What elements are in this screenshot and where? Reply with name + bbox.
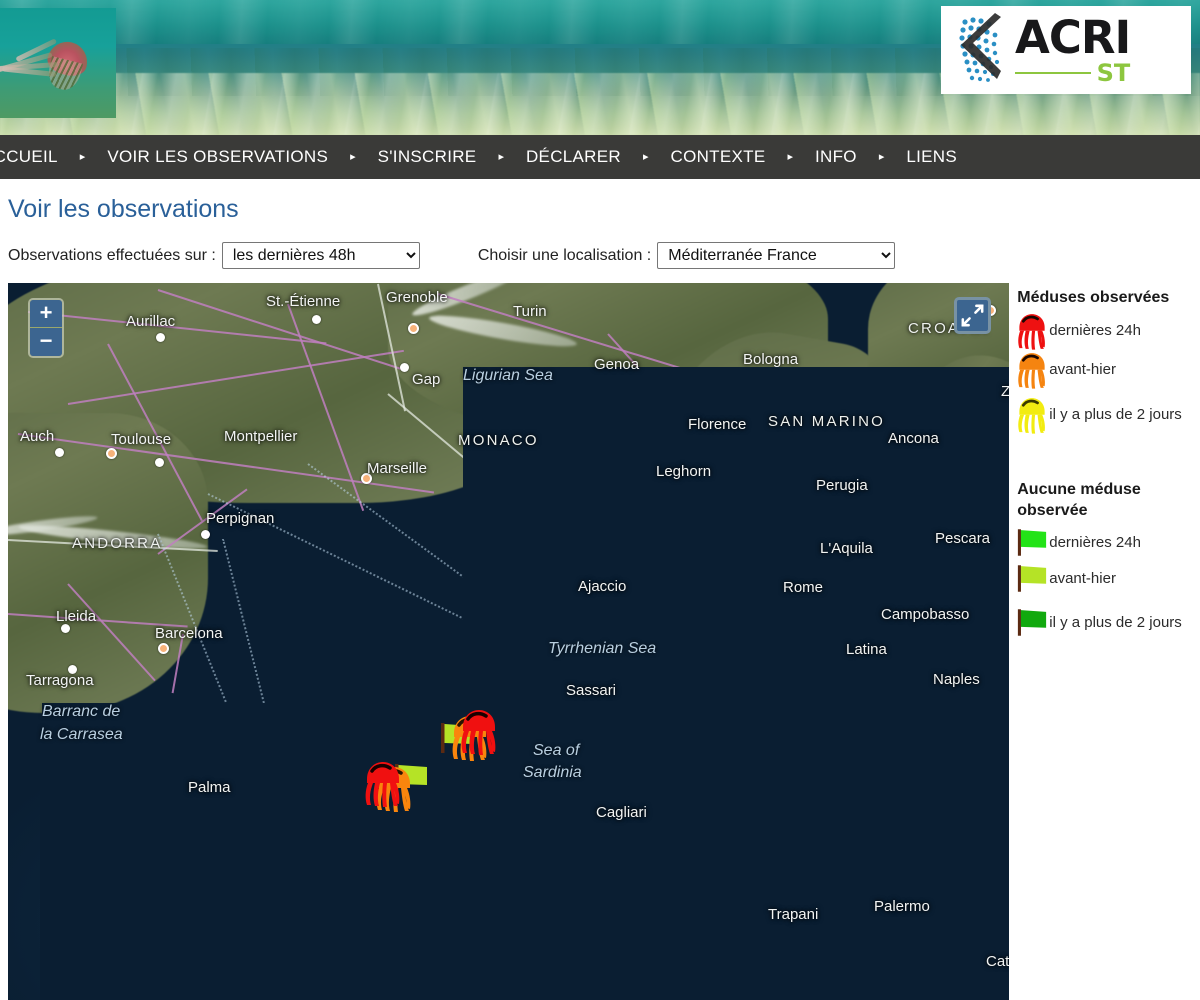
legend-row: il y a plus de 2 jours <box>1017 598 1200 648</box>
logo-subtitle: ST <box>1096 59 1131 87</box>
nav-separator-icon: ▸ <box>498 150 504 163</box>
legend-label: avant-hier <box>1049 569 1116 587</box>
city-dot <box>566 700 575 709</box>
expand-arrows-icon <box>961 304 984 327</box>
nav-item-accueil[interactable]: ACCUEIL <box>0 147 58 167</box>
nav-item-d-clarer[interactable]: DÉCLARER <box>526 147 621 167</box>
jellyfish-photo <box>0 8 116 118</box>
city-dot-capital <box>158 643 169 654</box>
city-dot <box>68 665 77 674</box>
city-dot <box>922 545 931 554</box>
main-navigation: ACCUEIL ▸ VOIR LES OBSERVATIONS ▸ S'INSCRIRE… <box>0 135 1200 179</box>
nav-separator-icon: ▸ <box>878 150 885 163</box>
legend-label: dernières 24h <box>1049 321 1141 339</box>
acri-st-logo[interactable]: ACRI ST <box>941 6 1191 94</box>
city-dot <box>836 653 845 662</box>
city-dot <box>156 333 165 342</box>
city-dot-capital-rome <box>810 597 822 609</box>
city-dot <box>400 363 409 372</box>
legend-row: avant-hier <box>1017 562 1200 596</box>
nav-item-voir-les-observations[interactable]: VOIR LES OBSERVATIONS <box>107 147 328 167</box>
legend-row: dernières 24h <box>1017 526 1200 560</box>
legend-label: il y a plus de 2 jours <box>1049 613 1182 631</box>
flag-darkgreen-icon <box>1017 609 1049 637</box>
page-title: Voir les observations <box>8 195 239 223</box>
city-dot-capital <box>361 473 372 484</box>
legend-label: il y a plus de 2 jours <box>1049 406 1182 424</box>
legend-label: dernières 24h <box>1049 533 1141 551</box>
flag-yellowgreen-icon <box>1017 565 1049 593</box>
city-dot <box>55 448 64 457</box>
zoom-out-button[interactable]: − <box>30 328 62 356</box>
content-area: St.-Étienne Grenoble Turin Aurillac Bologna G… <box>0 269 1200 1000</box>
nav-separator-icon: ▸ <box>787 150 793 163</box>
legend-observed-title: Méduses observées <box>1017 289 1170 306</box>
city-dot <box>155 458 164 467</box>
observations-map[interactable]: St.-Étienne Grenoble Turin Aurillac Bologna G… <box>8 283 1010 1000</box>
city-dot <box>976 973 985 982</box>
city-dot <box>201 530 210 539</box>
map-zoom-control[interactable]: + − <box>28 298 64 358</box>
city-dot <box>61 624 70 633</box>
legend-row: dernières 24h <box>1017 313 1200 350</box>
legend-none-list: dernières 24h avant-hier il y a plus de 2 … <box>1017 526 1200 648</box>
zoom-in-button[interactable]: + <box>30 300 62 328</box>
jellyfish-red-icon <box>1017 313 1049 350</box>
city-dot-capital <box>911 618 922 629</box>
fullscreen-button[interactable] <box>954 297 992 334</box>
map-marker-jellyfish-red[interactable] <box>364 761 402 812</box>
city-dot-capital <box>106 448 117 459</box>
city-dot-capital <box>746 370 757 381</box>
city-dot-capital <box>868 915 879 926</box>
nav-item-s-inscrire[interactable]: S'INSCRIRE <box>378 147 477 167</box>
period-label: Observations effectuées sur : <box>8 246 216 264</box>
nav-separator-icon: ▸ <box>79 150 86 163</box>
city-dot-capital <box>931 687 942 698</box>
legend-row: avant-hier <box>1017 352 1200 389</box>
nav-item-info[interactable]: INFO <box>815 147 857 167</box>
city-dot <box>680 453 689 462</box>
land-sardinia <box>526 683 636 873</box>
city-dot-capital <box>814 495 825 506</box>
period-select[interactable]: les dernières 48h <box>221 242 420 269</box>
nav-separator-icon: ▸ <box>350 150 356 163</box>
site-banner: ACRI ST <box>0 0 1200 135</box>
location-select[interactable]: Méditerranée France <box>657 242 896 269</box>
nav-item-contexte[interactable]: CONTEXTE <box>671 147 766 167</box>
map-marker-jellyfish-red[interactable] <box>460 709 498 760</box>
nav-separator-icon: ▸ <box>642 150 649 163</box>
logo-wordmark: ACRI <box>1015 11 1131 64</box>
city-dot-capital <box>598 821 609 832</box>
legend-label: avant-hier <box>1049 360 1116 378</box>
city-dot-capital <box>646 375 657 386</box>
city-dot <box>811 923 820 932</box>
flag-green-icon <box>1017 529 1049 557</box>
city-dot-capital <box>571 596 582 607</box>
map-legend: Méduses observées dernières 24h avant-hie… <box>1017 283 1200 1000</box>
jellyfish-yellow-icon <box>1017 397 1049 434</box>
city-dot-capital <box>408 323 419 334</box>
location-label: Choisir une localisation : <box>477 246 652 264</box>
filter-controls: Observations effectuées sur : les derniè… <box>0 224 1200 269</box>
city-dot-capital <box>816 561 827 572</box>
city-dot <box>312 315 321 324</box>
city-dot-capital <box>882 451 893 462</box>
legend-observed-list: dernières 24h avant-hier il y a plus de 2 … <box>1017 313 1200 441</box>
jellyfish-orange-icon <box>1017 352 1049 389</box>
logo-rule <box>1015 72 1091 74</box>
legend-row: il y a plus de 2 jours <box>1017 391 1200 441</box>
city-dot-capital <box>676 435 687 446</box>
acri-swirl-icon <box>959 13 1001 82</box>
legend-none-title: Aucune méduse observée <box>1017 480 1141 520</box>
city-dot-capital <box>206 795 217 806</box>
nav-item-liens[interactable]: LIENS <box>906 147 957 167</box>
